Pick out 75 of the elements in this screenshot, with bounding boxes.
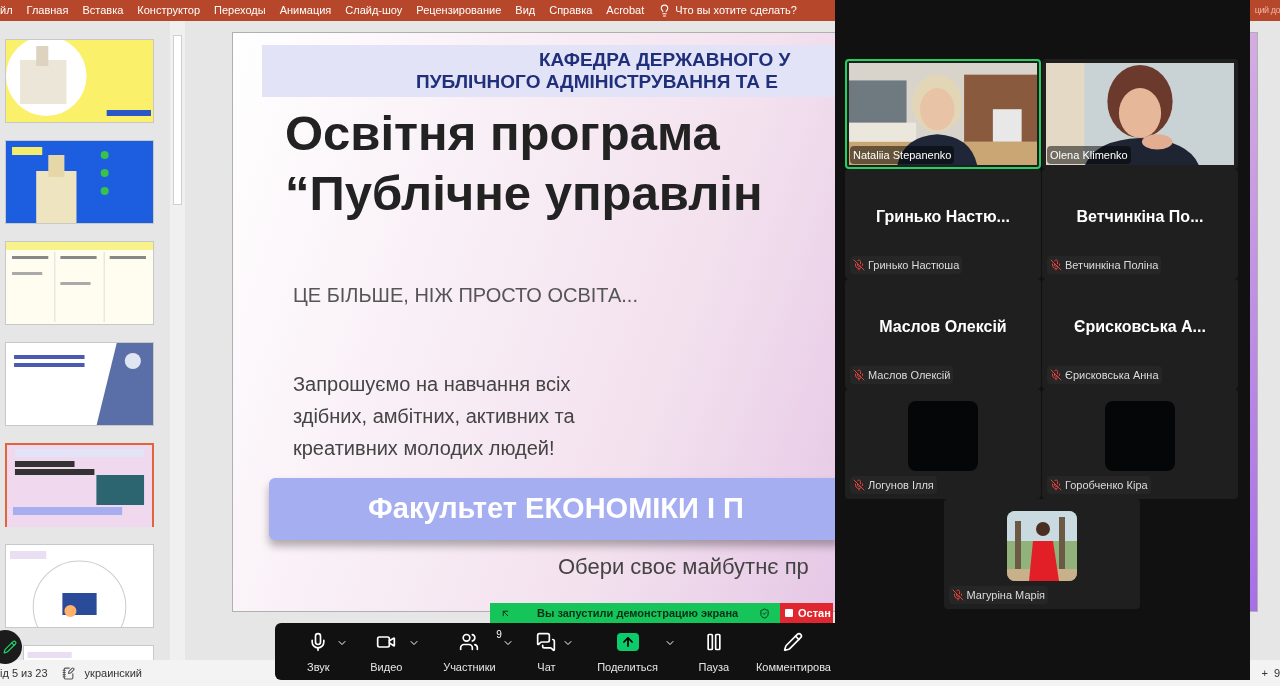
participant-count: 9 [496,628,502,643]
stop-share-button[interactable]: Остан [780,603,833,623]
participant-display-name: Гринько Настю... [876,207,1010,227]
slide-thumbnail[interactable] [23,645,154,660]
muted-mic-icon [1050,368,1062,381]
invitation-text: здібних, амбітних, активних та [293,404,576,429]
people-icon [459,632,480,653]
slogan: Обери своє майбутнє пр [558,553,810,581]
invitation-text: креативних молодих людей! [293,436,556,461]
zoom-in-button[interactable]: + [1261,664,1268,682]
notes-icon[interactable] [61,666,75,680]
ribbon-button[interactable]: ций до [1254,3,1280,18]
participant-name: Nataliia Stepanenko [853,147,952,163]
toolbar-button[interactable]: Пауза [694,631,734,676]
scrollbar[interactable] [170,21,185,660]
ribbon-tab[interactable]: Главная [26,2,69,19]
slide-thumbnail[interactable] [5,241,154,325]
participant-display-name: Маслов Олексій [879,317,1007,337]
muted-mic-icon [1050,258,1062,271]
participant-display-name: Єрисковська А... [1074,317,1206,337]
ribbon-tab[interactable]: Acrobat [606,2,645,19]
toolbar-button[interactable]: Видео [366,631,407,676]
ribbon-tab[interactable]: Слайд-шоу [345,2,403,19]
toolbar-button[interactable]: Звук [303,631,334,676]
slide-thumbnail[interactable] [5,140,154,224]
invitation-text: Запрошуємо на навчання всіх [293,372,572,397]
toolbar-button[interactable]: Чат [532,631,561,676]
ribbon-tab[interactable]: Вид [515,2,536,19]
participant-name: Ветчинкіна Поліна [1065,257,1159,273]
department-title: ПУБЛІЧНОГО АДМІНІСТРУВАННЯ ТА Е [415,71,779,93]
slide-title: “Публічне управлін [285,165,764,222]
ribbon-tab[interactable]: Конструктор [137,2,201,19]
shield-icon [759,607,770,619]
muted-mic-icon [853,258,865,271]
slide-title: Освітня програма [285,105,721,162]
muted-mic-icon [853,368,865,381]
language-label: украинский [84,665,142,681]
participant-name: Гринько Настюша [868,257,960,273]
chat-icon [536,632,557,653]
participant-name: Горобченко Кіра [1065,477,1148,493]
pencil-icon [3,640,17,654]
ribbon-tab[interactable]: Вставка [82,2,124,19]
arrow-up-icon [616,633,639,652]
avatar [1105,401,1175,471]
participant-name: Єрисковська Анна [1065,367,1159,383]
ribbon-tab[interactable]: Рецензирование [416,2,502,19]
participant-name: Логунов Ілля [868,477,934,493]
ribbon-tab[interactable]: Анимация [279,2,332,19]
participant-name: Маслов Олексій [868,367,951,383]
ribbon-tab[interactable]: Справка [549,2,593,19]
department-title: КАФЕДРА ДЕРЖАВНОГО У [538,49,792,71]
tell-me-search[interactable]: Что вы хотите сделать? [658,2,797,19]
muted-mic-icon [1050,478,1062,491]
ribbon-tab[interactable]: йл [0,2,13,19]
slide-counter: ід 5 из 23 [0,665,48,681]
slide-thumbnail[interactable] [5,544,154,628]
ribbon-tab[interactable]: Переходы [214,2,266,19]
slide-thumbnail[interactable] [5,39,154,123]
share-message: Вы запустили демонстрацию экрана [537,605,739,621]
muted-mic-icon [951,588,964,601]
slide-thumbnail[interactable] [5,342,154,426]
toolbar-button[interactable]: Участники 9 [439,631,500,676]
toolbar-button[interactable]: Комментирова [751,631,835,676]
faculty-name: Факультет ЕКОНОМІКИ І П [368,491,744,527]
slide-thumbnail[interactable] [5,443,154,527]
participant-name: Магуріна Марія [966,587,1046,603]
zoom-level: 9 [1273,665,1280,681]
stop-icon [785,609,793,617]
slide-subtitle: ЦЕ БІЛЬШЕ, НІЖ ПРОСТО ОСВІТА... [293,283,639,308]
participant-display-name: Ветчинкіна По... [1076,207,1204,227]
muted-mic-icon [853,478,865,491]
pencil-icon [783,632,804,653]
toolbar-button[interactable]: Поделиться [593,631,662,676]
avatar [908,401,978,471]
participant-name: Olena Klimenko [1050,147,1128,163]
